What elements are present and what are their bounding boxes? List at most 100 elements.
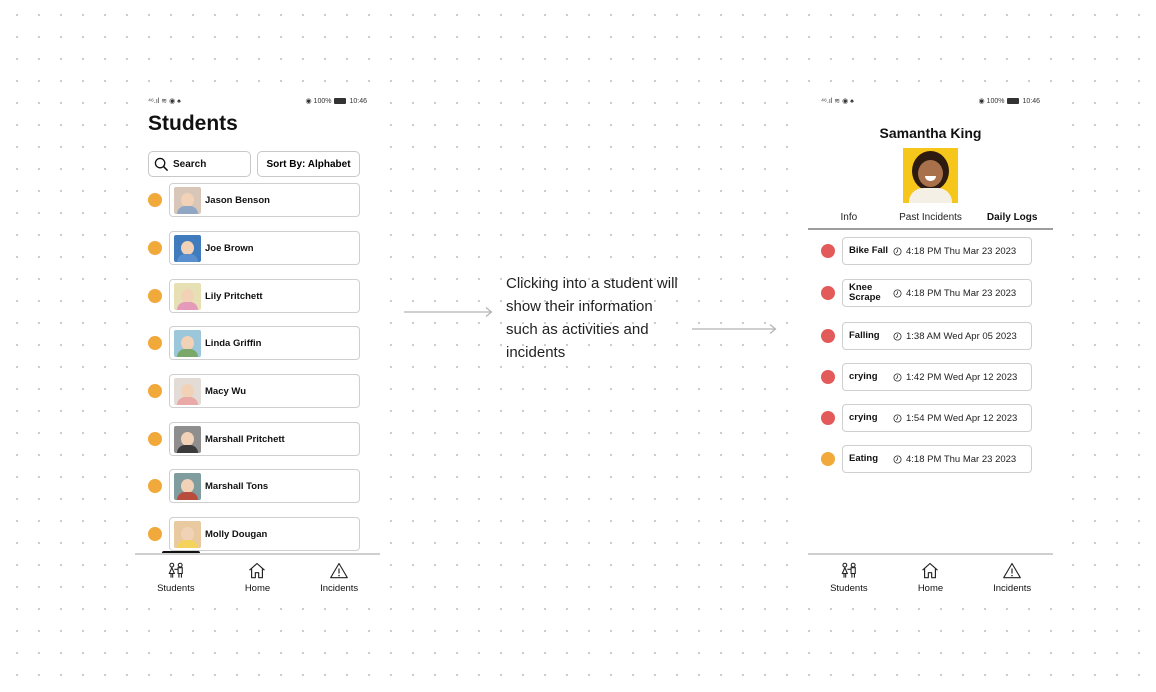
clock-icon [893,331,902,341]
log-timestamp: 1:42 PM Wed Apr 12 2023 [893,372,1017,383]
student-avatar [174,425,201,453]
student-row[interactable]: Marshall Pritchett [148,422,360,456]
student-card[interactable]: Molly Dougan [169,517,360,551]
log-row[interactable]: Falling 1:38 AM Wed Apr 05 2023 [821,322,1033,350]
children-icon [841,562,856,578]
student-card[interactable]: Macy Wu [169,374,360,408]
profile-tabs: Info Past Incidents Daily Logs [808,212,1053,230]
log-timestamp: 4:18 PM Thu Mar 23 2023 [893,288,1016,299]
student-card[interactable]: Linda Griffin [169,326,360,360]
status-dot [148,241,162,255]
student-photo [903,148,958,203]
warning-icon [1003,562,1022,579]
nav-label: Incidents [993,583,1032,594]
status-dot [821,370,835,384]
home-icon [249,562,266,579]
log-card[interactable]: Falling 1:38 AM Wed Apr 05 2023 [842,322,1032,350]
status-bar: ⁴⁶.ıl ≋ ◉ ♠ ◉ 100% 10:46 [821,95,1040,107]
student-name: Samantha King [879,125,982,141]
log-card[interactable]: Eating 4:18 PM Thu Mar 23 2023 [842,445,1032,473]
log-timestamp: 4:18 PM Thu Mar 23 2023 [893,454,1016,465]
sort-button[interactable]: Sort By: Alphabet [257,151,360,177]
student-card[interactable]: Lily Pritchett [169,279,360,313]
student-row[interactable]: Macy Wu [148,374,360,408]
clock-icon [893,413,902,423]
student-row[interactable]: Molly Dougan [148,517,360,551]
clock-icon [893,454,902,464]
student-avatar [174,329,201,357]
log-time-text: 1:42 PM Wed Apr 12 2023 [906,371,1018,383]
flow-caption: Clicking into a student will show their … [506,275,678,361]
clock-icon [893,288,902,298]
nav-home[interactable]: Home [222,561,292,594]
warning-icon [330,562,349,579]
status-dot [148,289,162,303]
status-dot [821,244,835,258]
log-time-text: 4:18 PM Thu Mar 23 2023 [906,245,1017,257]
log-timestamp: 1:54 PM Wed Apr 12 2023 [893,413,1017,424]
tab-info[interactable]: Info [808,212,890,228]
log-card[interactable]: Bike Fall 4:18 PM Thu Mar 23 2023 [842,237,1032,265]
student-card[interactable]: Joe Brown [169,231,360,265]
nav-incidents[interactable]: Incidents [304,561,374,594]
student-name: Lily Pritchett [205,290,263,302]
search-input[interactable] [173,158,243,170]
nav-students[interactable]: Students [814,561,884,594]
log-card[interactable]: crying 1:54 PM Wed Apr 12 2023 [842,404,1032,432]
status-dot [148,527,162,541]
status-dot [821,329,835,343]
children-icon [168,562,183,578]
status-dot [148,479,162,493]
log-row[interactable]: crying 1:42 PM Wed Apr 12 2023 [821,363,1033,391]
nav-label: Students [157,583,195,594]
log-label: crying [849,371,878,382]
status-right: ◉ 100% 10:46 [978,97,1041,106]
student-name: Jason Benson [205,194,270,206]
nav-home[interactable]: Home [895,561,965,594]
arrow-right-icon [692,324,777,334]
battery-percent: ◉ 100% [305,98,332,105]
student-avatar [174,472,201,500]
log-time-text: 4:18 PM Thu Mar 23 2023 [906,287,1017,299]
status-dot [148,193,162,207]
tab-daily-logs[interactable]: Daily Logs [971,212,1053,228]
tab-past-incidents[interactable]: Past Incidents [890,212,972,228]
student-row[interactable]: Linda Griffin [148,326,360,360]
student-row[interactable]: Marshall Tons [148,469,360,503]
search-field[interactable] [148,151,251,177]
log-row[interactable]: Bike Fall 4:18 PM Thu Mar 23 2023 [821,237,1033,265]
student-name: Linda Griffin [205,337,262,349]
log-label: Bike Fall [849,245,889,256]
page-title: Students [148,112,238,135]
log-card[interactable]: crying 1:42 PM Wed Apr 12 2023 [842,363,1032,391]
nav-label: Incidents [320,583,359,594]
status-dot [148,336,162,350]
signal-icons: ⁴⁶.ıl ≋ ◉ ♠ [821,98,854,105]
log-label: Knee Scrape [849,282,881,303]
nav-label: Home [244,583,271,594]
student-card[interactable]: Jason Benson [169,183,360,217]
battery-percent: ◉ 100% [978,98,1005,105]
log-label: Eating [849,453,879,464]
battery-icon [334,98,347,104]
nav-students[interactable]: Students [141,561,211,594]
students-screen: ⁴⁶.ıl ≋ ◉ ♠ ◉ 100% 10:46 Students Sort B… [135,90,380,602]
student-row[interactable]: Jason Benson [148,183,360,217]
student-name: Marshall Tons [205,480,269,492]
student-avatar [174,282,201,310]
log-row[interactable]: Knee Scrape 4:18 PM Thu Mar 23 2023 [821,279,1033,307]
student-row[interactable]: Lily Pritchett [148,279,360,313]
log-time-text: 1:54 PM Wed Apr 12 2023 [906,412,1018,424]
nav-label: Students [830,583,868,594]
arrow-right-icon [404,307,493,317]
log-row[interactable]: Eating 4:18 PM Thu Mar 23 2023 [821,445,1033,473]
student-card[interactable]: Marshall Pritchett [169,422,360,456]
nav-incidents[interactable]: Incidents [977,561,1047,594]
student-name: Molly Dougan [205,528,268,540]
log-row[interactable]: crying 1:54 PM Wed Apr 12 2023 [821,404,1033,432]
student-card[interactable]: Marshall Tons [169,469,360,503]
student-row[interactable]: Joe Brown [148,231,360,265]
log-card[interactable]: Knee Scrape 4:18 PM Thu Mar 23 2023 [842,279,1032,307]
clock-time: 10:46 [349,97,367,105]
clock-icon [893,246,902,256]
